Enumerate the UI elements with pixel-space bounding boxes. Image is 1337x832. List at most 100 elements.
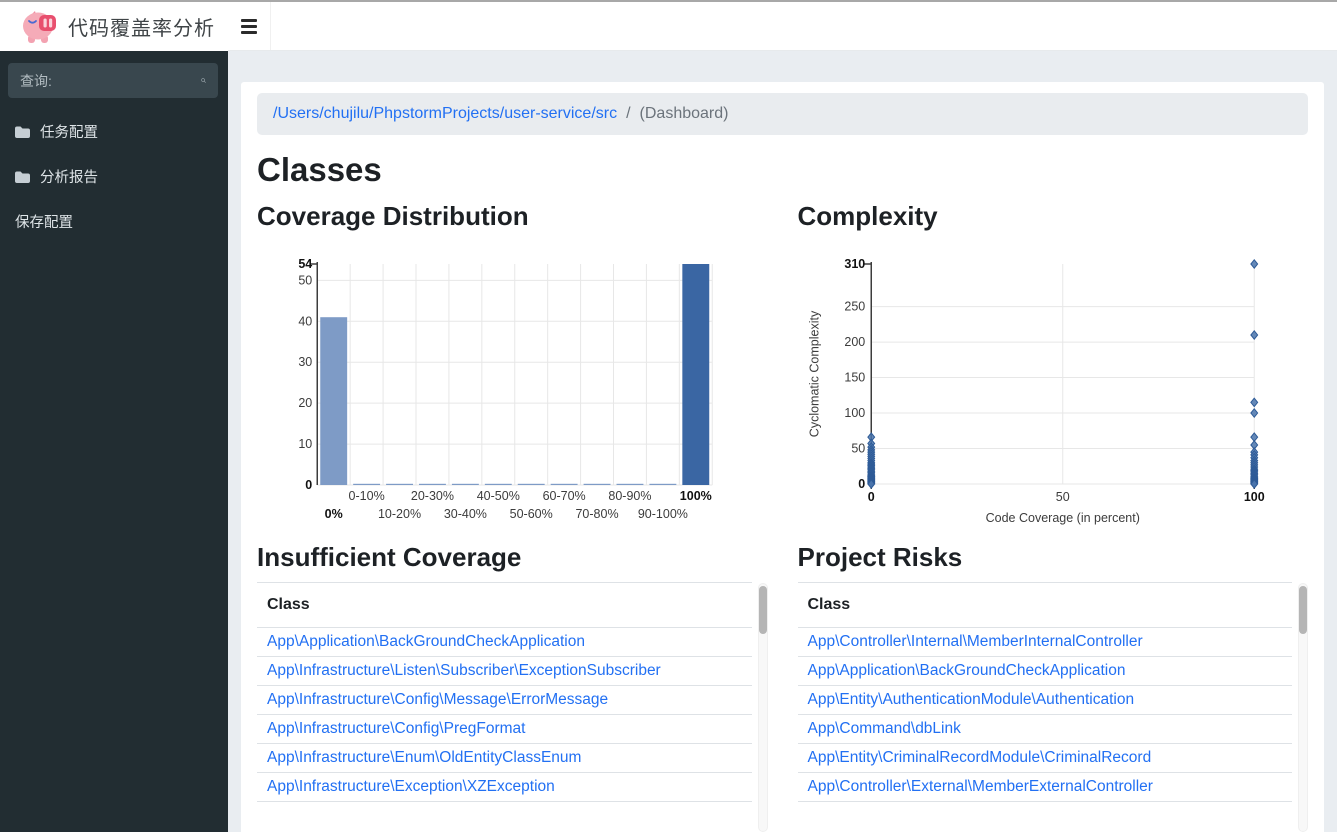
breadcrumb-current: (Dashboard)	[640, 105, 729, 123]
bar-50-60%	[518, 484, 545, 485]
class-link[interactable]: App\Entity\AuthenticationModule\Authenti…	[808, 691, 1135, 708]
svg-text:100: 100	[1243, 490, 1264, 504]
table-row: App\Controller\Internal\MemberInternalCo…	[798, 628, 1293, 657]
folder-icon	[15, 126, 30, 138]
sidebar-item-label: 保存配置	[15, 211, 73, 232]
insufficient-coverage-section: Insufficient Coverage Class App\Applicat…	[257, 534, 768, 832]
svg-text:30-40%: 30-40%	[444, 507, 487, 521]
svg-text:10: 10	[298, 437, 312, 451]
table-scrollbar[interactable]	[1298, 583, 1308, 832]
bar-0%	[320, 317, 347, 485]
table-scrollbar[interactable]	[758, 583, 768, 832]
svg-text:310: 310	[844, 257, 865, 271]
svg-text:20: 20	[298, 396, 312, 410]
table-row: App\Infrastructure\Exception\XZException	[257, 773, 752, 802]
svg-text:100%: 100%	[680, 489, 712, 503]
class-link[interactable]: App\Infrastructure\Exception\XZException	[267, 778, 555, 795]
svg-text:150: 150	[844, 371, 865, 385]
svg-text:50: 50	[1055, 490, 1069, 504]
table-row: App\Entity\CriminalRecordModule\Criminal…	[798, 744, 1293, 773]
bar-80-90%	[617, 484, 644, 485]
sidebar-item-1[interactable]: 分析报告	[0, 154, 228, 199]
bar-100%	[682, 264, 709, 485]
app-logo[interactable]: 代码覆盖率分析	[0, 2, 228, 51]
svg-text:0: 0	[867, 490, 874, 504]
dashboard-card: /Users/chujilu/PhpstormProjects/user-ser…	[241, 82, 1324, 832]
scatter-point	[1250, 409, 1257, 417]
breadcrumb: /Users/chujilu/PhpstormProjects/user-ser…	[257, 93, 1308, 135]
project-risks-section: Project Risks Class App\Controller\Inter…	[798, 534, 1309, 832]
project-risks-title: Project Risks	[798, 542, 1309, 573]
svg-text:60-70%: 60-70%	[543, 489, 586, 503]
class-link[interactable]: App\Infrastructure\Config\PregFormat	[267, 720, 525, 737]
bar-90-100%	[649, 484, 676, 485]
scatter-point	[1250, 331, 1257, 339]
sidebar: 任务配置分析报告保存配置	[0, 51, 228, 832]
sidebar-search	[8, 63, 218, 98]
class-link[interactable]: App\Infrastructure\Listen\Subscriber\Exc…	[267, 662, 661, 679]
page-title: Classes	[257, 151, 1308, 189]
sidebar-item-label: 任务配置	[40, 121, 98, 142]
class-link[interactable]: App\Infrastructure\Config\Message\ErrorM…	[267, 691, 608, 708]
table-row: App\Application\BackGroundCheckApplicati…	[798, 657, 1293, 686]
window-top-border	[0, 0, 1337, 2]
project-risks-table: Class App\Controller\Internal\MemberInte…	[798, 582, 1293, 802]
search-icon[interactable]	[201, 72, 206, 89]
table-row: App\Infrastructure\Config\Message\ErrorM…	[257, 686, 752, 715]
table-row: App\Infrastructure\Enum\OldEntityClassEn…	[257, 744, 752, 773]
table-scrollbar-thumb[interactable]	[759, 586, 767, 634]
sidebar-item-2[interactable]: 保存配置	[0, 199, 228, 244]
svg-text:80-90%: 80-90%	[608, 489, 651, 503]
svg-text:50: 50	[851, 442, 865, 456]
sidebar-menu: 任务配置分析报告保存配置	[0, 109, 228, 244]
class-link[interactable]: App\Controller\External\MemberExternalCo…	[808, 778, 1153, 795]
svg-text:100: 100	[844, 406, 865, 420]
complexity-section: Complexity 310501001502002500050100Code …	[798, 193, 1309, 534]
svg-text:54: 54	[298, 257, 312, 271]
bar-70-80%	[584, 484, 611, 485]
svg-text:40-50%: 40-50%	[477, 489, 520, 503]
column-header-class: Class	[257, 583, 752, 628]
svg-text:50-60%: 50-60%	[510, 507, 553, 521]
class-link[interactable]: App\Infrastructure\Enum\OldEntityClassEn…	[267, 749, 581, 766]
table-row: App\Entity\AuthenticationModule\Authenti…	[798, 686, 1293, 715]
coverage-distribution-chart[interactable]: 54102030405000%0-10%10-20%20-30%30-40%40…	[257, 234, 768, 534]
table-scrollbar-thumb[interactable]	[1299, 586, 1307, 634]
bar-0-10%	[353, 484, 380, 485]
app-window: 代码覆盖率分析 任务配置分析报告保存配置 /Users/chujilu/Phps…	[0, 0, 1337, 832]
svg-text:70-80%: 70-80%	[575, 507, 618, 521]
class-link[interactable]: App\Entity\CriminalRecordModule\Criminal…	[808, 749, 1152, 766]
complexity-title: Complexity	[798, 201, 1309, 232]
class-link[interactable]: App\Command\dbLink	[808, 720, 961, 737]
svg-text:0: 0	[305, 478, 312, 492]
folder-icon	[15, 171, 30, 183]
insufficient-coverage-table-wrap: Class App\Application\BackGroundCheckApp…	[257, 582, 768, 832]
table-row: App\Infrastructure\Listen\Subscriber\Exc…	[257, 657, 752, 686]
sidebar-item-0[interactable]: 任务配置	[0, 109, 228, 154]
svg-text:10-20%: 10-20%	[378, 507, 421, 521]
svg-text:20-30%: 20-30%	[411, 489, 454, 503]
svg-text:Code Coverage (in percent): Code Coverage (in percent)	[985, 511, 1139, 525]
search-input[interactable]	[20, 73, 201, 89]
coverage-distribution-title: Coverage Distribution	[257, 201, 768, 232]
scatter-point	[1250, 260, 1257, 268]
class-link[interactable]: App\Controller\Internal\MemberInternalCo…	[808, 633, 1143, 650]
class-link[interactable]: App\Application\BackGroundCheckApplicati…	[267, 633, 585, 650]
coverage-distribution-section: Coverage Distribution 54102030405000%0-1…	[257, 193, 768, 534]
bar-30-40%	[452, 484, 479, 485]
svg-text:50: 50	[298, 273, 312, 287]
svg-text:0%: 0%	[325, 507, 343, 521]
sidebar-toggle-button[interactable]	[228, 2, 271, 50]
project-risks-table-wrap: Class App\Controller\Internal\MemberInte…	[798, 582, 1309, 832]
svg-text:Cyclomatic Complexity: Cyclomatic Complexity	[807, 310, 821, 437]
column-header-class: Class	[798, 583, 1293, 628]
svg-text:30: 30	[298, 355, 312, 369]
class-link[interactable]: App\Application\BackGroundCheckApplicati…	[808, 662, 1126, 679]
bar-20-30%	[419, 484, 446, 485]
breadcrumb-path-link[interactable]: /Users/chujilu/PhpstormProjects/user-ser…	[273, 105, 617, 123]
dashboard-grid: Coverage Distribution 54102030405000%0-1…	[257, 193, 1308, 832]
complexity-chart[interactable]: 310501001502002500050100Code Coverage (i…	[798, 234, 1309, 534]
table-row: App\Infrastructure\Config\PregFormat	[257, 715, 752, 744]
hamburger-icon	[241, 19, 257, 22]
insufficient-coverage-table: Class App\Application\BackGroundCheckApp…	[257, 582, 752, 802]
